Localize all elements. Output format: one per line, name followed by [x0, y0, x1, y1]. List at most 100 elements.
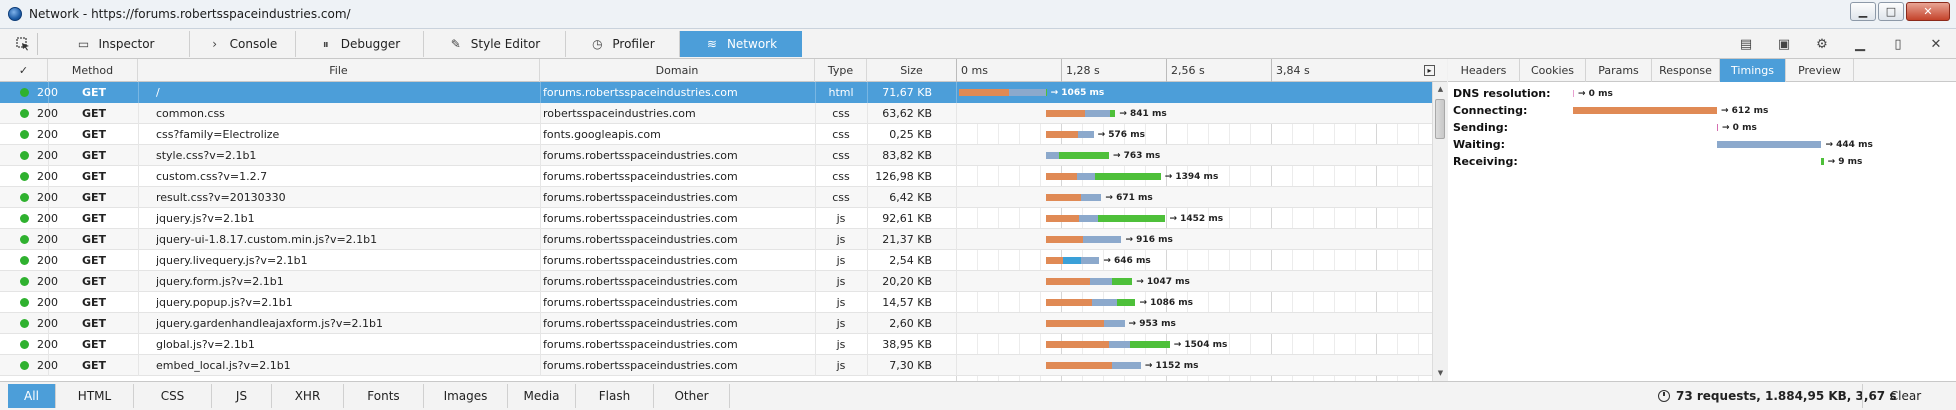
request-domain: forums.robertsspaceindustries.com [543, 275, 738, 288]
request-type: html [828, 86, 854, 99]
request-row[interactable]: 200 GET common.css robertsspaceindustries.c… [0, 103, 1432, 124]
request-row[interactable]: 200 GET / forums.robertsspaceindustries.com… [0, 82, 1432, 103]
request-size: 6,42 KB [889, 191, 932, 204]
status-ok-icon [20, 235, 29, 244]
filter-flash[interactable]: Flash [576, 384, 654, 408]
column-header-file[interactable]: File [138, 59, 540, 82]
timing-bar-connecting [1046, 320, 1104, 327]
request-row[interactable]: 200 GET style.css?v=2.1b1 forums.robertsspa… [0, 145, 1432, 166]
details-tab-response[interactable]: Response [1652, 59, 1720, 82]
request-domain: robertsspaceindustries.com [543, 107, 696, 120]
column-header-type[interactable]: Type [815, 59, 867, 82]
timings-pane: DNS resolution: → 0 ms Connecting: → 612 ms… [1448, 82, 1956, 381]
details-tab-preview[interactable]: Preview [1786, 59, 1854, 82]
timing-bar-waiting [1108, 341, 1131, 348]
tool-tab-profiler[interactable]: ◷ Profiler [566, 31, 680, 57]
request-row[interactable]: 200 GET jquery.gardenhandleajaxform.js?v=2… [0, 313, 1432, 334]
timing-bar-receiving [1111, 278, 1133, 285]
chevron-right-icon: › [212, 37, 218, 51]
scroll-down-icon[interactable]: ▼ [1433, 366, 1448, 381]
minimize-button[interactable]: ▁ [1850, 2, 1876, 21]
timing-bar-connecting [1046, 236, 1084, 243]
element-picker-icon [15, 37, 29, 51]
tool-tab-debugger[interactable]: ⏸ Debugger [296, 31, 424, 57]
column-header-domain[interactable]: Domain [540, 59, 815, 82]
timing-bar-receiving [1116, 299, 1136, 306]
responsive-mode-button[interactable]: ▣ [1772, 33, 1796, 55]
request-row[interactable]: 200 GET jquery.js?v=2.1b1 forums.robertsspa… [0, 208, 1432, 229]
column-header-method[interactable]: Method [48, 59, 138, 82]
toggle-sidebar-button[interactable]: ▸ [1424, 65, 1435, 76]
close-button[interactable]: ✕ [1906, 2, 1950, 21]
tool-tab-label: Network [726, 37, 778, 51]
request-row[interactable]: 200 GET jquery.livequery.js?v=2.1b1 forums.… [0, 250, 1432, 271]
tool-tab-style-editor[interactable]: ✎ Style Editor [424, 31, 566, 57]
filter-other[interactable]: Other [654, 384, 730, 408]
tool-tab-network[interactable]: ≋ Network [680, 31, 802, 57]
settings-button[interactable]: ⚙ [1810, 33, 1834, 55]
dock-bottom-button[interactable]: ▁ [1848, 33, 1872, 55]
request-row[interactable]: 200 GET custom.css?v=1.2.7 forums.robertssp… [0, 166, 1432, 187]
timing-label: Waiting: [1453, 138, 1506, 151]
timing-bar-waiting [1009, 89, 1046, 96]
scrollbar-thumb[interactable] [1435, 99, 1445, 139]
filter-all[interactable]: All [8, 384, 56, 408]
status-code: 200 [37, 233, 58, 246]
filter-images[interactable]: Images [424, 384, 508, 408]
request-row[interactable]: 200 GET jquery-ui-1.8.17.custom.min.js?v=2… [0, 229, 1432, 250]
request-type: css [832, 107, 850, 120]
status-ok-icon [20, 340, 29, 349]
timing-row: Sending: → 0 ms [1453, 119, 1953, 136]
waterfall-tick-label: 1,28 s [1061, 59, 1166, 82]
request-domain: forums.robertsspaceindustries.com [543, 338, 738, 351]
request-row[interactable]: 200 GET result.css?v=20130330 forums.robert… [0, 187, 1432, 208]
filter-html[interactable]: HTML [56, 384, 134, 408]
dock-bottom-icon: ▁ [1855, 36, 1865, 52]
column-header-status[interactable]: ✓ [0, 59, 48, 82]
timing-total-label: → 1394 ms [1164, 172, 1219, 182]
pick-element-button[interactable] [8, 33, 38, 55]
status-ok-icon [20, 109, 29, 118]
request-row[interactable]: 200 GET jquery.form.js?v=2.1b1 forums.rober… [0, 271, 1432, 292]
request-type: js [836, 359, 846, 372]
request-row[interactable]: 200 GET global.js?v=2.1b1 forums.robertsspa… [0, 334, 1432, 355]
request-row[interactable]: 200 GET embed_local.js?v=2.1b1 forums.rober… [0, 355, 1432, 376]
filter-xhr[interactable]: XHR [272, 384, 344, 408]
status-ok-icon [20, 151, 29, 160]
status-ok-icon [20, 193, 29, 202]
clear-button[interactable]: Clear [1862, 384, 1948, 408]
maximize-button[interactable]: □ [1878, 2, 1904, 21]
timing-bar-connecting [1046, 194, 1081, 201]
request-row[interactable]: 200 GET jquery.popup.js?v=2.1b1 forums.robe… [0, 292, 1432, 313]
status-code: 200 [37, 191, 58, 204]
filter-fonts[interactable]: Fonts [344, 384, 424, 408]
status-ok-icon [20, 319, 29, 328]
filter-media[interactable]: Media [508, 384, 576, 408]
request-size: 2,54 KB [889, 254, 932, 267]
timing-total-label: → 1152 ms [1144, 361, 1199, 371]
request-list-scrollbar[interactable]: ▲ ▼ [1432, 82, 1447, 381]
request-row[interactable]: 200 GET css?family=Electrolize fonts.google… [0, 124, 1432, 145]
column-header-size[interactable]: Size [867, 59, 957, 82]
details-tab-timings[interactable]: Timings [1720, 59, 1786, 82]
tool-tab-inspector[interactable]: ▭ Inspector [42, 31, 190, 57]
request-type: js [836, 296, 846, 309]
request-domain: forums.robertsspaceindustries.com [543, 254, 738, 267]
request-file: custom.css?v=1.2.7 [156, 170, 268, 183]
scroll-up-icon[interactable]: ▲ [1433, 82, 1448, 97]
waterfall-tick-label: 3,84 s [1271, 59, 1376, 82]
request-size: 20,20 KB [882, 275, 932, 288]
tool-tab-console[interactable]: › Console [190, 31, 296, 57]
timing-bar-receiving [1059, 152, 1109, 159]
details-tab-params[interactable]: Params [1586, 59, 1652, 82]
request-size: 14,57 KB [882, 296, 932, 309]
close-toolbox-button[interactable]: ✕ [1924, 33, 1948, 55]
details-tab-headers[interactable]: Headers [1448, 59, 1520, 82]
filter-css[interactable]: CSS [134, 384, 212, 408]
split-console-button[interactable]: ▤ [1734, 33, 1758, 55]
details-tab-cookies[interactable]: Cookies [1520, 59, 1586, 82]
request-domain: forums.robertsspaceindustries.com [543, 212, 738, 225]
timing-bar-waiting [1083, 236, 1122, 243]
dock-side-button[interactable]: ▯ [1886, 33, 1910, 55]
filter-js[interactable]: JS [212, 384, 272, 408]
